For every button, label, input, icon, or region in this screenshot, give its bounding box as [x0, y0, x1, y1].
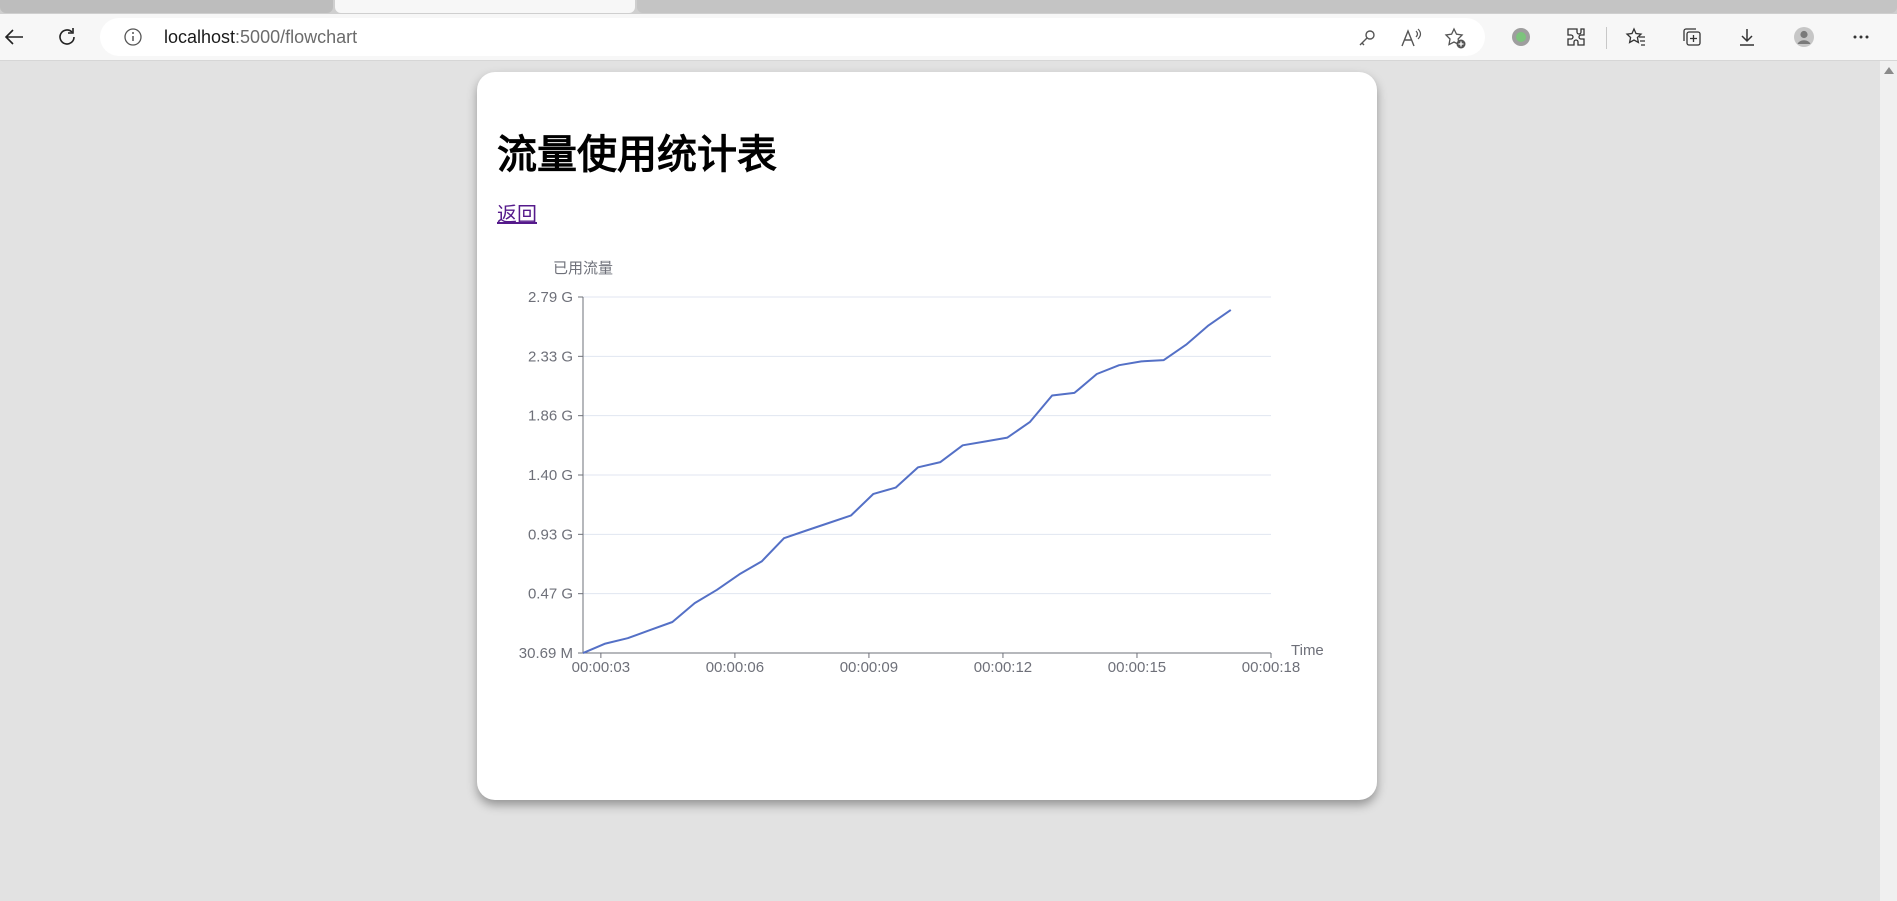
collections-icon[interactable]: [1678, 23, 1706, 51]
x-tick-label: 00:00:15: [1108, 659, 1166, 676]
y-axis-title: 已用流量: [553, 260, 613, 277]
extension-status-icon[interactable]: [1507, 23, 1535, 51]
info-icon[interactable]: [122, 26, 144, 48]
url-text[interactable]: localhost:5000/flowchart: [164, 27, 357, 48]
y-tick-label: 2.33 G: [528, 348, 573, 365]
more-options-icon[interactable]: [1847, 23, 1875, 51]
browser-toolbar: localhost:5000/flowchart: [0, 14, 1897, 61]
tab-inactive[interactable]: [0, 0, 333, 13]
y-tick-label: 1.40 G: [528, 467, 573, 484]
x-tick-label: 00:00:18: [1242, 659, 1300, 676]
x-tick-label: 00:00:03: [572, 659, 630, 676]
key-icon[interactable]: [1355, 26, 1379, 50]
y-tick-label: 1.86 G: [528, 408, 573, 425]
favorites-icon[interactable]: [1622, 23, 1650, 51]
read-aloud-icon[interactable]: [1399, 26, 1423, 50]
toolbar-divider: [1606, 27, 1607, 49]
profile-avatar-icon[interactable]: [1790, 23, 1818, 51]
traffic-line-chart: 30.69 M 0.47 G 0.93 G 1.40 G 1.86 G 2.33 G 2.7…: [519, 260, 1324, 676]
add-favorite-icon[interactable]: [1443, 26, 1467, 50]
y-tick-label: 0.93 G: [528, 526, 573, 543]
tab-strip: [0, 0, 1897, 14]
x-tick-label: 00:00:06: [706, 659, 764, 676]
x-axis-title: Time: [1291, 642, 1324, 659]
y-tick-label: 30.69 M: [519, 645, 573, 662]
extensions-icon[interactable]: [1562, 23, 1590, 51]
download-icon[interactable]: [1733, 23, 1761, 51]
x-tick-label: 00:00:12: [974, 659, 1032, 676]
vertical-scrollbar[interactable]: [1879, 61, 1897, 901]
scroll-up-arrow-icon[interactable]: [1884, 67, 1894, 74]
y-tick-label: 0.47 G: [528, 586, 573, 603]
address-bar[interactable]: localhost:5000/flowchart: [100, 18, 1485, 56]
x-tick-label: 00:00:09: [840, 659, 898, 676]
tab-inactive[interactable]: [637, 0, 1897, 13]
content-card: 流量使用统计表 返回 30.69 M 0.47 G 0.93 G 1.40 G 1.86…: [477, 72, 1377, 800]
y-tick-label: 2.79 G: [528, 289, 573, 306]
back-arrow-icon[interactable]: [0, 23, 28, 51]
tab-active[interactable]: [335, 0, 635, 13]
series-line: [582, 309, 1232, 655]
refresh-icon[interactable]: [53, 23, 81, 51]
